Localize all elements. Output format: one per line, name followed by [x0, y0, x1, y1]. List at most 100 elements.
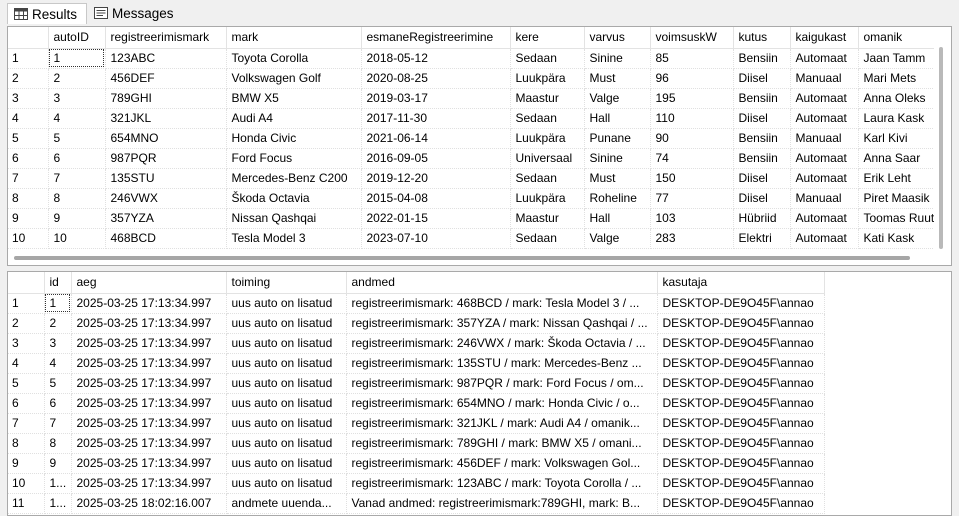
- cell-aeg[interactable]: 2025-03-25 17:13:34.997: [71, 373, 227, 394]
- cell-mark[interactable]: Audi A4: [226, 108, 362, 129]
- cell-kere[interactable]: Sedaan: [510, 48, 585, 69]
- cell-andmed[interactable]: registreerimismark: 456DEF / mark: Volks…: [346, 453, 658, 474]
- row-number[interactable]: 10: [8, 473, 45, 494]
- row-number[interactable]: 3: [8, 333, 45, 354]
- cell-autoid[interactable]: 5: [48, 128, 106, 149]
- cell-id[interactable]: 7: [44, 413, 72, 434]
- cell-omanik[interactable]: Mari Mets: [858, 68, 947, 89]
- cell-kutus[interactable]: Diisel: [733, 68, 791, 89]
- cell-aeg[interactable]: 2025-03-25 17:13:34.997: [71, 413, 227, 434]
- cell-omanik[interactable]: Anna Oleks: [858, 88, 947, 109]
- column-header-esmaneregistreerimine[interactable]: esmaneRegistreerimine: [361, 27, 511, 49]
- cell-kasutaja[interactable]: DESKTOP-DE9O45F\annao: [657, 453, 825, 474]
- cell-varvus[interactable]: Must: [584, 68, 651, 89]
- cell-aeg[interactable]: 2025-03-25 17:13:34.997: [71, 333, 227, 354]
- row-number[interactable]: 1: [8, 48, 49, 69]
- cell-toiming[interactable]: uus auto on lisatud: [226, 293, 347, 314]
- cell-esmaneregistreerimine[interactable]: 2021-06-14: [361, 128, 511, 149]
- cell-omanik[interactable]: Erik Leht: [858, 168, 947, 189]
- cell-voimsuskw[interactable]: 195: [650, 88, 734, 109]
- table-row[interactable]: 2 2 456DEF Volkswagen Golf 2020-08-25 Luukpär…: [8, 68, 947, 89]
- cell-kaigukast[interactable]: Manuaal: [790, 128, 859, 149]
- cell-kasutaja[interactable]: DESKTOP-DE9O45F\annao: [657, 353, 825, 374]
- cell-kere[interactable]: Sedaan: [510, 168, 585, 189]
- row-number[interactable]: 5: [8, 128, 49, 149]
- cell-mark[interactable]: BMW X5: [226, 88, 362, 109]
- table-row[interactable]: 6 6 2025-03-25 17:13:34.997 uus auto on lis…: [8, 393, 825, 414]
- cell-varvus[interactable]: Sinine: [584, 148, 651, 169]
- cell-id[interactable]: 1...: [44, 493, 72, 514]
- column-header-id[interactable]: id: [44, 272, 72, 294]
- row-number[interactable]: 8: [8, 188, 49, 209]
- cell-andmed[interactable]: registreerimismark: 123ABC / mark: Toyot…: [346, 473, 658, 494]
- table-row[interactable]: 2 2 2025-03-25 17:13:34.997 uus auto on lis…: [8, 313, 825, 334]
- cell-mark[interactable]: Škoda Octavia: [226, 188, 362, 209]
- cell-toiming[interactable]: uus auto on lisatud: [226, 453, 347, 474]
- cell-id[interactable]: 6: [44, 393, 72, 414]
- cell-kaigukast[interactable]: Automaat: [790, 88, 859, 109]
- table-row[interactable]: 3 3 789GHI BMW X5 2019-03-17 Maastur Valge 195 B…: [8, 88, 947, 109]
- cell-kaigukast[interactable]: Automaat: [790, 228, 859, 249]
- cell-voimsuskw[interactable]: 90: [650, 128, 734, 149]
- cell-kere[interactable]: Luukpära: [510, 188, 585, 209]
- cell-voimsuskw[interactable]: 110: [650, 108, 734, 129]
- cell-mark[interactable]: Toyota Corolla: [226, 48, 362, 69]
- cell-registreerimismark[interactable]: 987PQR: [105, 148, 227, 169]
- tab-messages[interactable]: Messages: [88, 3, 182, 24]
- cell-kere[interactable]: Universaal: [510, 148, 585, 169]
- cell-mark[interactable]: Nissan Qashqai: [226, 208, 362, 229]
- cell-aeg[interactable]: 2025-03-25 17:13:34.997: [71, 473, 227, 494]
- cell-esmaneregistreerimine[interactable]: 2019-03-17: [361, 88, 511, 109]
- row-number-header[interactable]: [8, 272, 45, 294]
- cell-esmaneregistreerimine[interactable]: 2022-01-15: [361, 208, 511, 229]
- cell-toiming[interactable]: uus auto on lisatud: [226, 473, 347, 494]
- cell-toiming[interactable]: uus auto on lisatud: [226, 413, 347, 434]
- table-row[interactable]: 10 10 468BCD Tesla Model 3 2023-07-10 Sedaan V…: [8, 228, 947, 249]
- cell-toiming[interactable]: uus auto on lisatud: [226, 313, 347, 334]
- cell-kere[interactable]: Luukpära: [510, 68, 585, 89]
- column-header-mark[interactable]: mark: [226, 27, 362, 49]
- cell-kutus[interactable]: Diisel: [733, 188, 791, 209]
- cell-autoid[interactable]: 2: [48, 68, 106, 89]
- horizontal-scrollbar-thumb[interactable]: [14, 256, 910, 260]
- cell-toiming[interactable]: uus auto on lisatud: [226, 353, 347, 374]
- cell-registreerimismark[interactable]: 468BCD: [105, 228, 227, 249]
- table-row[interactable]: 9 9 2025-03-25 17:13:34.997 uus auto on lis…: [8, 453, 825, 474]
- cell-omanik[interactable]: Anna Saar: [858, 148, 947, 169]
- row-number[interactable]: 2: [8, 313, 45, 334]
- cell-esmaneregistreerimine[interactable]: 2023-07-10: [361, 228, 511, 249]
- cell-kaigukast[interactable]: Automaat: [790, 108, 859, 129]
- cell-mark[interactable]: Ford Focus: [226, 148, 362, 169]
- cell-aeg[interactable]: 2025-03-25 17:13:34.997: [71, 313, 227, 334]
- cell-kaigukast[interactable]: Automaat: [790, 48, 859, 69]
- cell-kutus[interactable]: Diisel: [733, 108, 791, 129]
- cell-varvus[interactable]: Must: [584, 168, 651, 189]
- cell-id[interactable]: 3: [44, 333, 72, 354]
- table-row[interactable]: 1 1 2025-03-25 17:13:34.997 uus auto on lis…: [8, 293, 825, 314]
- cell-registreerimismark[interactable]: 789GHI: [105, 88, 227, 109]
- cell-varvus[interactable]: Hall: [584, 108, 651, 129]
- row-number[interactable]: 10: [8, 228, 49, 249]
- cell-aeg[interactable]: 2025-03-25 17:13:34.997: [71, 433, 227, 454]
- cell-mark[interactable]: Honda Civic: [226, 128, 362, 149]
- cell-kere[interactable]: Sedaan: [510, 228, 585, 249]
- cell-mark[interactable]: Volkswagen Golf: [226, 68, 362, 89]
- cell-kere[interactable]: Maastur: [510, 208, 585, 229]
- cell-autoid[interactable]: 8: [48, 188, 106, 209]
- column-header-kasutaja[interactable]: kasutaja: [657, 272, 825, 294]
- cell-esmaneregistreerimine[interactable]: 2017-11-30: [361, 108, 511, 129]
- cell-autoid[interactable]: 6: [48, 148, 106, 169]
- cell-toiming[interactable]: uus auto on lisatud: [226, 393, 347, 414]
- cell-voimsuskw[interactable]: 283: [650, 228, 734, 249]
- cell-id[interactable]: 5: [44, 373, 72, 394]
- column-header-toiming[interactable]: toiming: [226, 272, 347, 294]
- row-number-header[interactable]: [8, 27, 49, 49]
- cell-esmaneregistreerimine[interactable]: 2020-08-25: [361, 68, 511, 89]
- cell-varvus[interactable]: Valge: [584, 88, 651, 109]
- cell-aeg[interactable]: 2025-03-25 17:13:34.997: [71, 353, 227, 374]
- cell-kaigukast[interactable]: Automaat: [790, 168, 859, 189]
- row-number[interactable]: 7: [8, 413, 45, 434]
- row-number[interactable]: 11: [8, 493, 45, 514]
- cell-varvus[interactable]: Hall: [584, 208, 651, 229]
- cell-varvus[interactable]: Valge: [584, 228, 651, 249]
